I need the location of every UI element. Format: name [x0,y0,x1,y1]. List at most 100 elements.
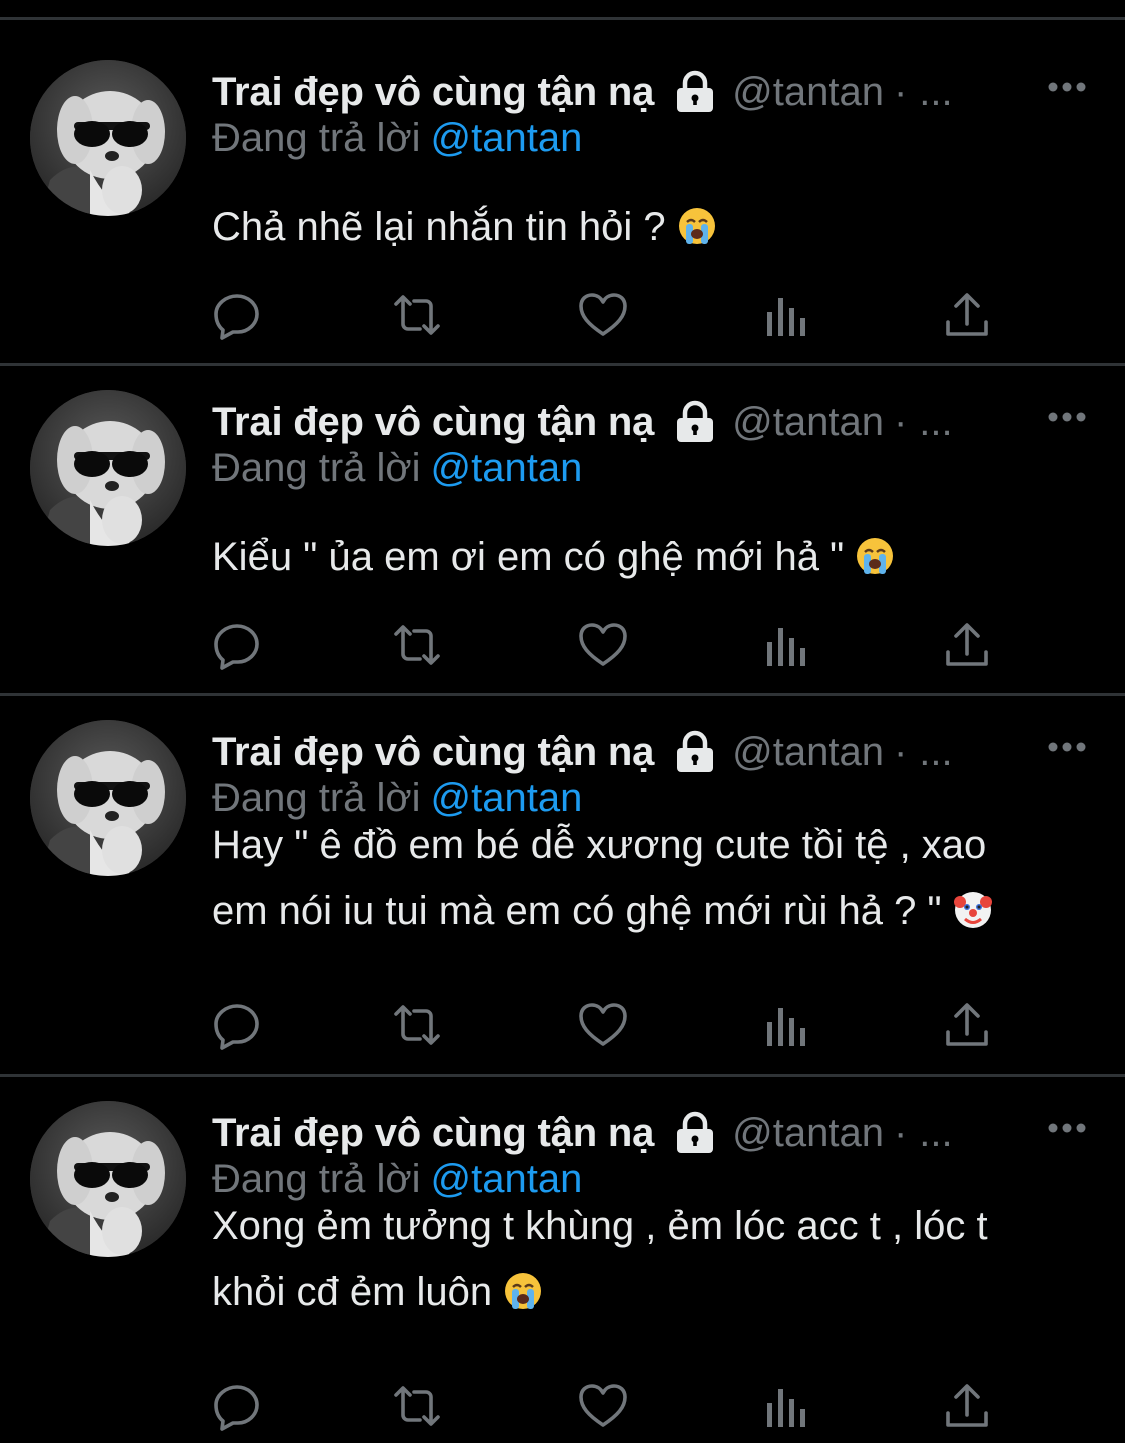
avatar[interactable] [30,720,186,876]
lock-icon [674,400,716,444]
tweet[interactable]: Trai đẹp vô cùng tận nạ @tantan · ... Đa… [0,696,1125,1077]
tweet-actions [212,1000,1012,1050]
retweet-icon [394,295,440,335]
more-options-icon[interactable] [1047,410,1087,424]
display-name[interactable]: Trai đẹp vô cùng tận nạ [212,400,654,445]
reply-icon [214,294,259,340]
retweet-button[interactable] [392,290,442,340]
more-options-icon[interactable] [1047,80,1087,94]
tweet-text: Xong ẻm tưởng t khùng , ẻm lóc acc t , l… [212,1193,1092,1325]
avatar[interactable] [30,390,186,546]
like-icon [579,1384,627,1427]
truncation-ellipsis: ... [919,729,953,774]
tweet-header: Trai đẹp vô cùng tận nạ @tantan · ... [212,1105,1012,1161]
replying-to: Đang trả lời @tantan [212,446,582,491]
views-button[interactable] [762,290,812,340]
tweet[interactable]: Trai đẹp vô cùng tận nạ @tantan · ... Đa… [0,1077,1125,1443]
retweet-icon [394,625,440,665]
loudly-crying-face-emoji [678,208,715,244]
reply-icon [214,1385,259,1431]
views-icon [767,298,805,336]
display-name[interactable]: Trai đẹp vô cùng tận nạ [212,730,654,775]
lock-icon [674,730,716,774]
share-button[interactable] [942,620,992,670]
tweet[interactable]: Trai đẹp vô cùng tận nạ @tantan · ... Đa… [0,20,1125,366]
display-name[interactable]: Trai đẹp vô cùng tận nạ [212,1111,654,1156]
tweet-text: Hay " ê đồ em bé dễ xương cute tồi tệ , … [212,812,1092,944]
tweet-text-line: Hay " ê đồ em bé dễ xương cute tồi tệ , … [212,823,987,867]
like-icon [579,293,627,336]
reply-button[interactable] [212,1000,262,1050]
reply-button[interactable] [212,290,262,340]
tweet-text-line-wrap: em nói iu tui mà em có ghệ mới rùi hả ? … [212,878,1092,944]
tweet-header: Trai đẹp vô cùng tận nạ @tantan · ... [212,64,1012,120]
tweet-text: Chả nhẽ lại nhắn tin hỏi ? [212,194,1092,260]
reply-icon [214,624,259,670]
replying-to-mention[interactable]: @tantan [431,446,583,490]
retweet-icon [394,1386,440,1426]
clown-face-emoji [953,892,992,928]
views-icon [767,1008,805,1046]
tweet-text-line: Xong ẻm tưởng t khùng , ẻm lóc acc t , l… [212,1204,988,1248]
separator-dot: · [893,729,908,774]
views-button[interactable] [762,1381,812,1431]
handle[interactable]: @tantan [732,70,884,115]
tweet-actions [212,290,1012,340]
views-icon [767,628,805,666]
views-button[interactable] [762,1000,812,1050]
share-icon [946,293,988,336]
tweet-text-line: em nói iu tui mà em có ghệ mới rùi hả ? … [212,889,942,933]
more-options-icon[interactable] [1047,1121,1087,1135]
like-icon [579,623,627,666]
tweet-text-line: khỏi cđ ẻm luôn [212,1270,493,1314]
handle[interactable]: @tantan [732,1111,884,1156]
tweet-text: Kiểu " ủa em ơi em có ghệ mới hả " [212,524,1092,590]
loudly-crying-face-emoji [857,538,894,574]
avatar[interactable] [30,60,186,216]
retweet-button[interactable] [392,1381,442,1431]
retweet-icon [394,1005,440,1045]
retweet-button[interactable] [392,1000,442,1050]
like-button[interactable] [578,1000,628,1050]
display-name[interactable]: Trai đẹp vô cùng tận nạ [212,70,654,115]
like-button[interactable] [578,1381,628,1431]
handle[interactable]: @tantan [732,400,884,445]
tweet-header: Trai đẹp vô cùng tận nạ @tantan · ... [212,724,1012,780]
loudly-crying-face-emoji [505,1273,542,1309]
lock-icon [674,70,716,114]
reply-icon [214,1004,259,1050]
share-icon [946,1384,988,1427]
tweet-text-line-wrap: khỏi cđ ẻm luôn [212,1259,1092,1325]
avatar[interactable] [30,1101,186,1257]
separator-dot: · [893,399,908,444]
views-button[interactable] [762,620,812,670]
handle[interactable]: @tantan [732,730,884,775]
like-button[interactable] [578,620,628,670]
more-options-icon[interactable] [1047,740,1087,754]
share-icon [946,1003,988,1046]
reply-button[interactable] [212,1381,262,1431]
reply-feed: Trai đẹp vô cùng tận nạ @tantan · ... Đa… [0,20,1125,1443]
separator-dot: · [893,69,908,114]
share-button[interactable] [942,1381,992,1431]
replying-to-label: Đang trả lời [212,446,421,490]
like-button[interactable] [578,290,628,340]
tweet-actions [212,1381,1012,1431]
share-icon [946,623,988,666]
share-button[interactable] [942,1000,992,1050]
views-icon [767,1389,805,1427]
tweet-text-line: Chả nhẽ lại nhắn tin hỏi ? [212,205,666,249]
share-button[interactable] [942,290,992,340]
tweet-header: Trai đẹp vô cùng tận nạ @tantan · ... [212,394,1012,450]
tweet-text-line: Kiểu " ủa em ơi em có ghệ mới hả " [212,535,845,579]
truncation-ellipsis: ... [919,1110,953,1155]
replying-to-mention[interactable]: @tantan [431,116,583,160]
tweet[interactable]: Trai đẹp vô cùng tận nạ @tantan · ... Đa… [0,366,1125,696]
replying-to-label: Đang trả lời [212,116,421,160]
truncation-ellipsis: ... [919,69,953,114]
separator-dot: · [893,1110,908,1155]
replying-to: Đang trả lời @tantan [212,116,582,161]
reply-button[interactable] [212,620,262,670]
retweet-button[interactable] [392,620,442,670]
tweet-actions [212,620,1012,670]
